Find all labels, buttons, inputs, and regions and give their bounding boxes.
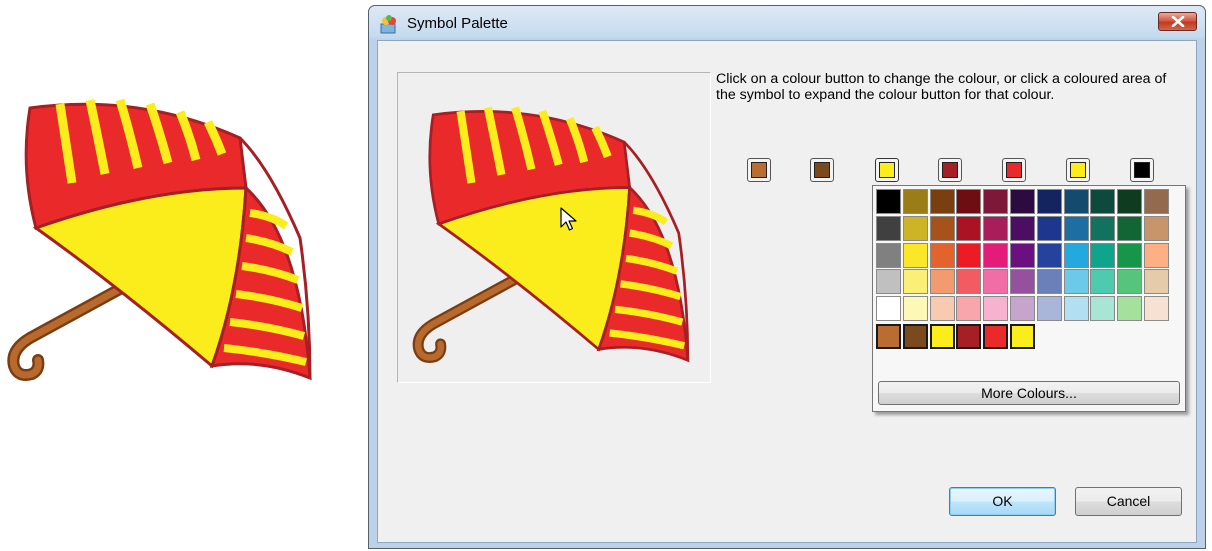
palette-colour-cell[interactable] — [1063, 189, 1089, 214]
palette-colour-cell[interactable] — [1144, 269, 1169, 295]
recent-colour-cell[interactable] — [876, 324, 901, 349]
palette-colour-cell[interactable] — [876, 215, 901, 241]
recent-colour-cell[interactable] — [1010, 324, 1035, 349]
palette-colour-cell[interactable] — [1144, 215, 1169, 241]
colour-button-2[interactable] — [810, 158, 834, 182]
recent-colour-cell[interactable] — [956, 324, 982, 349]
colour-button-5[interactable] — [1002, 158, 1026, 182]
recent-colour-cell[interactable] — [902, 324, 928, 349]
palette-colour-cell[interactable] — [1036, 242, 1062, 268]
palette-colour-cell[interactable] — [1010, 296, 1035, 322]
palette-colour-cell[interactable] — [956, 189, 982, 214]
palette-colour-cell[interactable] — [1036, 189, 1062, 214]
palette-colour-cell[interactable] — [1090, 189, 1116, 214]
palette-colour-cell[interactable] — [902, 189, 928, 214]
palette-colour-cell[interactable] — [983, 215, 1009, 241]
cancel-button[interactable]: Cancel — [1075, 487, 1182, 516]
colour-swatch-fill — [942, 162, 958, 178]
palette-colour-cell[interactable] — [876, 296, 901, 322]
more-colours-button[interactable]: More Colours... — [878, 381, 1180, 405]
colour-swatch-fill — [1006, 162, 1022, 178]
palette-colour-cell[interactable] — [983, 269, 1009, 295]
colour-button-6[interactable] — [1066, 158, 1090, 182]
palette-colour-cell[interactable] — [1063, 269, 1089, 295]
palette-colour-cell[interactable] — [1036, 269, 1062, 295]
palette-colour-cell[interactable] — [1036, 296, 1062, 322]
palette-colour-cell[interactable] — [929, 189, 955, 214]
palette-colour-cell[interactable] — [1117, 189, 1143, 214]
palette-icon — [379, 15, 399, 35]
ok-button[interactable]: OK — [949, 487, 1056, 516]
palette-colour-cell[interactable] — [983, 242, 1009, 268]
palette-colour-cell[interactable] — [956, 215, 982, 241]
palette-colour-cell[interactable] — [983, 189, 1009, 214]
palette-colour-cell[interactable] — [902, 215, 928, 241]
umbrella-symbol-graphic — [7, 98, 312, 381]
palette-colour-cell[interactable] — [1117, 296, 1143, 322]
palette-colour-cell[interactable] — [1090, 242, 1116, 268]
palette-colour-cell[interactable] — [1117, 242, 1143, 268]
colour-button-3[interactable] — [875, 158, 899, 182]
mouse-pointer-icon — [560, 207, 577, 231]
palette-colour-cell[interactable] — [956, 242, 982, 268]
close-button[interactable] — [1158, 12, 1197, 31]
recent-colour-cell[interactable] — [983, 324, 1009, 349]
umbrella-symbol — [0, 88, 330, 388]
palette-colour-cell[interactable] — [1036, 215, 1062, 241]
palette-colour-cell[interactable] — [1090, 296, 1116, 322]
recent-colour-cell[interactable] — [929, 324, 955, 349]
palette-colour-cell[interactable] — [1144, 189, 1169, 214]
palette-colour-cell[interactable] — [983, 296, 1009, 322]
colour-swatch-fill — [814, 162, 830, 178]
colour-swatch-fill — [1070, 162, 1086, 178]
window-title: Symbol Palette — [407, 15, 508, 32]
palette-colour-cell[interactable] — [902, 296, 928, 322]
palette-colour-cell[interactable] — [1090, 269, 1116, 295]
palette-colour-cell[interactable] — [1010, 269, 1035, 295]
palette-colour-cell[interactable] — [1117, 215, 1143, 241]
palette-colour-cell[interactable] — [956, 269, 982, 295]
colour-button-7[interactable] — [1130, 158, 1154, 182]
palette-colour-cell[interactable] — [1090, 215, 1116, 241]
palette-colour-cell[interactable] — [929, 269, 955, 295]
colour-swatch-fill — [751, 162, 767, 178]
colour-swatch-fill — [879, 162, 895, 178]
umbrella-preview-graphic[interactable] — [406, 93, 706, 373]
dialog-content: Click on a colour button to change the c… — [377, 40, 1197, 543]
palette-colour-cell[interactable] — [1144, 242, 1169, 268]
colour-button-4[interactable] — [938, 158, 962, 182]
colour-button-1[interactable] — [747, 158, 771, 182]
palette-colour-cell[interactable] — [1117, 269, 1143, 295]
palette-colour-cell[interactable] — [956, 296, 982, 322]
close-icon — [1171, 16, 1185, 27]
palette-colour-cell[interactable] — [929, 296, 955, 322]
colour-picker-popup: More Colours... — [872, 185, 1186, 412]
palette-colour-cell[interactable] — [1063, 215, 1089, 241]
title-bar[interactable]: Symbol Palette — [369, 6, 1205, 40]
instructions-text: Click on a colour button to change the c… — [716, 71, 1167, 103]
colour-swatch-fill — [1134, 162, 1150, 178]
palette-colour-cell[interactable] — [1063, 296, 1089, 322]
palette-colour-cell[interactable] — [902, 269, 928, 295]
palette-colour-cell[interactable] — [876, 242, 901, 268]
palette-colour-cell[interactable] — [876, 189, 901, 214]
palette-colour-cell[interactable] — [1010, 242, 1035, 268]
symbol-palette-dialog: Symbol Palette Click on a colour button … — [368, 5, 1206, 549]
palette-colour-cell[interactable] — [1063, 242, 1089, 268]
palette-colour-cell[interactable] — [1010, 189, 1035, 214]
palette-colour-cell[interactable] — [1144, 296, 1169, 322]
palette-colour-cell[interactable] — [902, 242, 928, 268]
palette-colour-cell[interactable] — [876, 269, 901, 295]
palette-colour-cell[interactable] — [1010, 215, 1035, 241]
palette-colour-cell[interactable] — [929, 242, 955, 268]
palette-colour-cell[interactable] — [929, 215, 955, 241]
symbol-preview[interactable] — [397, 72, 711, 383]
